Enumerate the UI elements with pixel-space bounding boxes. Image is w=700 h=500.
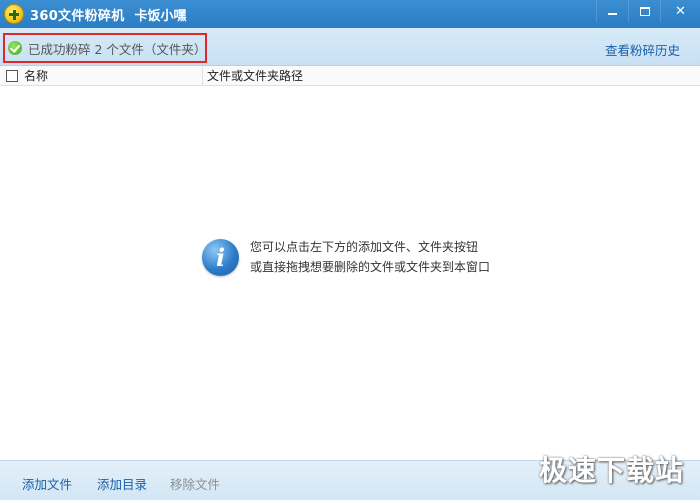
status-bar: 已成功粉碎 2 个文件（文件夹） 查看粉碎历史 xyxy=(0,28,700,66)
status-message-box: 已成功粉碎 2 个文件（文件夹） xyxy=(3,33,207,63)
title-bar: 360文件粉碎机 卡饭小嘿 ✕ xyxy=(0,0,700,28)
view-history-link[interactable]: 查看粉碎历史 xyxy=(605,40,680,59)
info-icon: i xyxy=(202,238,239,276)
remove-file-button[interactable]: 移除文件 xyxy=(170,474,220,493)
add-file-button[interactable]: 添加文件 xyxy=(22,474,72,493)
window-subtitle: 卡饭小嘿 xyxy=(134,8,187,24)
app-logo-icon xyxy=(4,4,24,24)
empty-state-hint: i 您可以点击左下方的添加文件、文件夹按钮 或直接拖拽想要删除的文件或文件夹到本… xyxy=(202,237,490,277)
select-all-checkbox[interactable] xyxy=(6,69,18,82)
status-message: 已成功粉碎 2 个文件（文件夹） xyxy=(28,41,207,57)
close-button[interactable]: ✕ xyxy=(660,0,700,22)
hint-text: 您可以点击左下方的添加文件、文件夹按钮 或直接拖拽想要删除的文件或文件夹到本窗口 xyxy=(250,237,490,277)
watermark: 极速下载站 xyxy=(538,454,684,487)
add-directory-button[interactable]: 添加目录 xyxy=(97,474,147,493)
minimize-button[interactable] xyxy=(596,0,628,22)
maximize-icon xyxy=(639,6,650,16)
hint-line-1: 您可以点击左下方的添加文件、文件夹按钮 xyxy=(250,240,479,254)
column-header-path[interactable]: 文件或文件夹路径 xyxy=(207,67,303,84)
close-icon: ✕ xyxy=(675,3,686,19)
window-controls: ✕ xyxy=(596,0,700,22)
window-title: 360文件粉碎机 xyxy=(30,8,125,24)
column-header-name[interactable]: 名称 xyxy=(24,67,202,84)
column-divider[interactable] xyxy=(202,65,203,86)
maximize-button[interactable] xyxy=(628,0,660,22)
success-check-icon xyxy=(8,41,22,55)
hint-line-2: 或直接拖拽想要删除的文件或文件夹到本窗口 xyxy=(250,260,491,274)
file-table-header: 名称 文件或文件夹路径 xyxy=(0,65,700,86)
minimize-icon xyxy=(608,13,617,15)
